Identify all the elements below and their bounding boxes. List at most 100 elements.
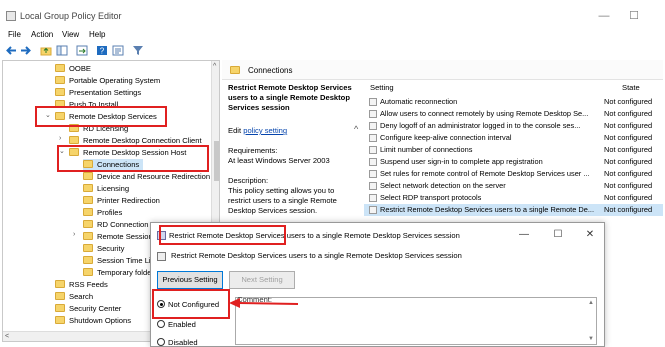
menu-bar: File Action View Help [0, 30, 665, 43]
folder-icon [69, 136, 79, 144]
tree-item[interactable]: Printer Redirection [83, 195, 160, 207]
show-hide-tree-icon[interactable] [56, 45, 68, 56]
tree-item-label: Security Center [69, 304, 122, 313]
scroll-down-icon[interactable]: ▼ [588, 336, 594, 342]
radio-enabled[interactable]: Enabled [157, 319, 196, 331]
setting-icon [369, 170, 377, 178]
setting-row[interactable]: Set rules for remote control of Remote D… [364, 168, 663, 180]
expand-right-icon[interactable]: › [73, 231, 75, 238]
setting-row[interactable]: Automatic reconnection Not configured [364, 96, 663, 108]
setting-row[interactable]: Suspend user sign-in to complete app reg… [364, 156, 663, 168]
dialog-subtitle: Restrict Remote Desktop Services users t… [171, 251, 462, 260]
tree-item-label: OOBE [69, 64, 91, 73]
setting-state: Not configured [604, 193, 653, 202]
tree-item[interactable]: Search [55, 291, 93, 303]
next-setting-button[interactable]: Next Setting [229, 271, 295, 289]
title-bar: Local Group Policy Editor — ☐ [0, 0, 665, 30]
tree-item-label: RD Connection B [97, 220, 156, 229]
folder-icon [83, 232, 93, 240]
tree-item[interactable]: Shutdown Options [55, 315, 131, 327]
scroll-up-icon[interactable]: ▲ [588, 300, 594, 306]
folder-icon [83, 256, 93, 264]
up-folder-icon[interactable] [40, 45, 52, 56]
setting-row[interactable]: Deny logoff of an administrator logged i… [364, 120, 663, 132]
policy-subtitle-icon [157, 252, 166, 261]
requirements-text: Requirements: At least Windows Server 20… [228, 146, 330, 165]
folder-icon [83, 172, 93, 180]
setting-state: Not configured [604, 109, 653, 118]
tree-item-label: Portable Operating System [69, 76, 161, 85]
tree-item-label: Temporary folde [97, 268, 152, 277]
tree-item[interactable]: Session Time Li [83, 255, 151, 267]
setting-state: Not configured [604, 157, 653, 166]
column-header-state[interactable]: State [622, 83, 640, 92]
menu-help[interactable]: Help [89, 30, 105, 39]
folder-icon [55, 76, 65, 84]
dialog-close-button[interactable]: ✕ [579, 227, 601, 243]
tree-item[interactable]: Temporary folde [83, 267, 151, 279]
tree-item[interactable]: Licensing [83, 183, 129, 195]
setting-row[interactable]: Restrict Remote Desktop Services users t… [364, 204, 663, 216]
setting-state: Not configured [604, 133, 653, 142]
dialog-maximize-button[interactable]: ☐ [547, 227, 569, 243]
help-icon[interactable]: ? [96, 45, 108, 56]
setting-row[interactable]: Configure keep-alive connection interval… [364, 132, 663, 144]
maximize-button[interactable]: ☐ [624, 8, 644, 24]
annotation-box-session-host [57, 145, 209, 172]
previous-setting-button[interactable]: Previous Setting [157, 271, 223, 289]
settings-list[interactable]: Setting State Automatic reconnection Not … [364, 80, 663, 230]
export-list-icon[interactable] [76, 45, 88, 56]
radio-disabled[interactable]: Disabled [157, 337, 198, 347]
tree-item[interactable]: Device and Resource Redirection [83, 171, 210, 183]
dialog-minimize-button[interactable]: — [513, 227, 535, 243]
properties-icon[interactable] [112, 45, 124, 56]
forward-icon[interactable] [20, 45, 32, 56]
menu-file[interactable]: File [8, 30, 21, 39]
column-header-setting[interactable]: Setting [370, 83, 394, 92]
setting-row[interactable]: Select RDP transport protocols Not config… [364, 192, 663, 204]
setting-name: Set rules for remote control of Remote D… [380, 169, 590, 178]
setting-row[interactable]: Limit number of connections Not configure… [364, 144, 663, 156]
back-icon[interactable] [5, 45, 17, 56]
tree-item[interactable]: OOBE [55, 63, 91, 75]
setting-name: Deny logoff of an administrator logged i… [380, 121, 581, 130]
tree-item[interactable]: Security Center [55, 303, 121, 315]
scroll-up-icon[interactable]: ^ [354, 124, 358, 134]
setting-row[interactable]: Allow users to connect remotely by using… [364, 108, 663, 120]
annotation-box-not-configured [152, 289, 230, 319]
tree-item[interactable]: Portable Operating System [55, 75, 160, 87]
tree-item-label: Session Time Li [97, 256, 151, 265]
annotation-box-rds [35, 106, 167, 127]
menu-action[interactable]: Action [31, 30, 53, 39]
tree-item-label: Presentation Settings [69, 88, 142, 97]
radio-dot[interactable] [157, 338, 165, 346]
scroll-up-icon[interactable]: ^ [213, 63, 216, 70]
tree-item[interactable]: RD Connection B [83, 219, 156, 231]
tree-item[interactable]: Presentation Settings [55, 87, 141, 99]
scroll-left-icon[interactable]: < [5, 333, 9, 340]
setting-row[interactable]: Select network detection on the server No… [364, 180, 663, 192]
tree-item-label: Remote Session [97, 232, 153, 241]
tree-item[interactable]: Security [83, 243, 124, 255]
filter-icon[interactable] [132, 45, 144, 56]
setting-name: Allow users to connect remotely by using… [380, 109, 589, 118]
minimize-button[interactable]: — [594, 8, 614, 24]
folder-icon [83, 196, 93, 204]
setting-icon [369, 146, 377, 154]
folder-icon [55, 64, 65, 72]
setting-name: Select RDP transport protocols [380, 193, 482, 202]
menu-view[interactable]: View [62, 30, 79, 39]
radio-dot[interactable] [157, 320, 165, 328]
tree-item[interactable]: Profiles [83, 207, 122, 219]
scroll-thumb[interactable] [214, 141, 219, 181]
expand-right-icon[interactable]: › [59, 135, 61, 142]
tree-item[interactable]: Remote Session [83, 231, 153, 243]
setting-name: Select network detection on the server [380, 181, 506, 190]
setting-icon [369, 122, 377, 130]
setting-name: Automatic reconnection [380, 97, 458, 106]
folder-icon [83, 268, 93, 276]
tree-item[interactable]: RSS Feeds [55, 279, 108, 291]
edit-policy-link[interactable]: policy setting [243, 126, 287, 135]
radio-label: Disabled [168, 338, 198, 347]
setting-state: Not configured [604, 97, 653, 106]
